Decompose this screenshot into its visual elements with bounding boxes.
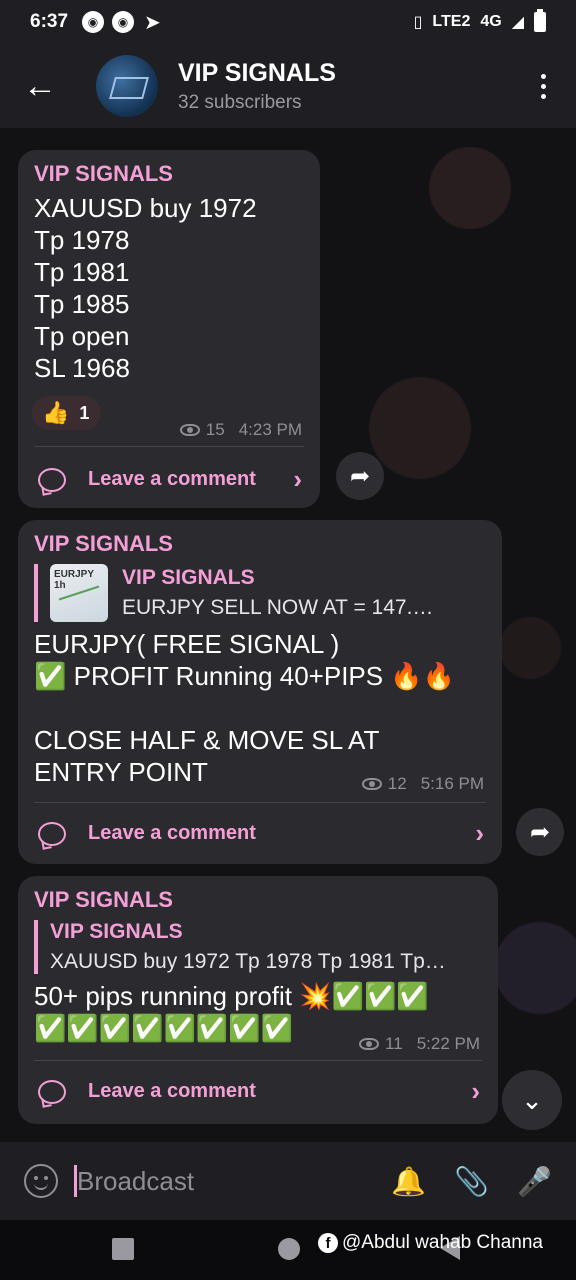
facebook-icon: f <box>318 1233 338 1253</box>
message-bubble[interactable]: VIP SIGNALS XAUUSD buy 1972 Tp 1978 Tp 1… <box>18 150 320 508</box>
more-menu-icon[interactable] <box>541 73 546 99</box>
status-bar: 6:37 ◉ ◉ ➤ ▯ LTE2 4G ◢ <box>0 0 576 44</box>
comment-label: Leave a comment <box>88 468 256 490</box>
system-nav-bar: f @Abdul wahab Channa <box>0 1220 576 1280</box>
broadcast-bar: Broadcast 🔔 📎 🎤 <box>0 1142 576 1220</box>
battery-icon <box>534 9 546 32</box>
watermark: f @Abdul wahab Channa <box>318 1232 543 1254</box>
reply-quote[interactable]: EURJPY 1h VIP SIGNALS EURJPY SELL NOW AT… <box>34 564 486 623</box>
divider <box>34 802 486 803</box>
view-count: 15 <box>205 420 225 439</box>
divider <box>34 1060 482 1061</box>
broadcast-input[interactable]: Broadcast <box>77 1166 363 1197</box>
comment-icon <box>38 1079 66 1104</box>
subscriber-count: 32 subscribers <box>178 91 302 113</box>
views-icon <box>361 778 382 790</box>
scroll-down-button[interactable]: ⌄ <box>502 1070 562 1130</box>
divider <box>34 446 304 447</box>
comment-label: Leave a comment <box>88 822 256 844</box>
quote-thumbnail: EURJPY 1h <box>50 564 108 623</box>
chevron-right-icon: › <box>475 818 484 848</box>
recents-button[interactable] <box>112 1238 134 1260</box>
views-icon <box>359 1038 380 1050</box>
bell-icon[interactable]: 🔔 <box>391 1165 426 1198</box>
emoji-icon[interactable] <box>24 1164 58 1198</box>
message-text: EURJPY( FREE SIGNAL ) ✅ PROFIT Running 4… <box>34 629 456 788</box>
message-time: 4:23 PM <box>238 420 302 439</box>
telegram-icon: ➤ <box>144 11 161 34</box>
share-icon[interactable]: ➦ <box>516 808 564 856</box>
chevron-right-icon: › <box>293 464 302 494</box>
message-meta: 11 5:22 PM <box>359 1034 480 1054</box>
message-sender: VIP SIGNALS <box>34 887 173 912</box>
status-right: ▯ LTE2 4G ◢ <box>413 9 546 32</box>
views-icon <box>179 424 200 436</box>
chevron-right-icon: › <box>471 1076 480 1106</box>
status-time: 6:37 <box>30 11 69 32</box>
comment-icon <box>38 821 66 846</box>
message-text: XAUUSD buy 1972 Tp 1978 Tp 1981 Tp 1985 … <box>34 193 257 384</box>
message-time: 5:16 PM <box>420 774 484 793</box>
channel-title: VIP SIGNALS <box>178 58 336 87</box>
message-meta: 12 5:16 PM <box>361 774 484 794</box>
vibrate-icon: ▯ <box>413 14 423 31</box>
quote-title: VIP SIGNALS <box>50 920 183 944</box>
message-bubble[interactable]: VIP SIGNALS EURJPY 1h VIP SIGNALS EURJPY… <box>18 520 502 864</box>
reply-quote[interactable]: VIP SIGNALS XAUUSD buy 1972 Tp 1978 Tp 1… <box>34 920 482 975</box>
chat-header: ← VIP SIGNALS 32 subscribers <box>0 44 576 128</box>
back-arrow-icon[interactable]: ← <box>0 69 80 103</box>
thumbs-up-icon: 👍 <box>42 400 70 425</box>
quote-text: XAUUSD buy 1972 Tp 1978 Tp 1981 Tp… <box>50 950 446 974</box>
volte-label: LTE2 <box>432 13 471 30</box>
quote-title: VIP SIGNALS <box>122 566 255 590</box>
reaction-count: 1 <box>79 402 90 423</box>
share-icon[interactable]: ➦ <box>336 452 384 500</box>
notification-icon: ◉ <box>82 11 105 33</box>
leave-comment-button[interactable]: Leave a comment › <box>38 464 302 495</box>
leave-comment-button[interactable]: Leave a comment › <box>38 1076 480 1107</box>
comment-icon <box>38 467 66 492</box>
view-count: 12 <box>387 774 407 793</box>
microphone-icon[interactable]: 🎤 <box>517 1165 552 1198</box>
signal-icon: ◢ <box>511 14 524 31</box>
leave-comment-button[interactable]: Leave a comment › <box>38 818 484 849</box>
chat-area[interactable]: VIP SIGNALS XAUUSD buy 1972 Tp 1978 Tp 1… <box>0 128 576 1142</box>
notification-icon: ◉ <box>112 11 135 33</box>
comment-label: Leave a comment <box>88 1080 256 1102</box>
message-bubble[interactable]: VIP SIGNALS VIP SIGNALS XAUUSD buy 1972 … <box>18 876 498 1124</box>
home-button[interactable] <box>278 1238 300 1260</box>
thumbnail-label: EURJPY 1h <box>54 569 94 592</box>
message-sender: VIP SIGNALS <box>34 161 173 186</box>
network-label: 4G <box>480 13 502 30</box>
message-meta: 15 4:23 PM <box>179 420 302 440</box>
message-time: 5:22 PM <box>416 1034 480 1053</box>
quote-text: EURJPY SELL NOW AT = 147.… <box>122 596 434 620</box>
channel-info[interactable]: VIP SIGNALS 32 subscribers <box>178 59 336 114</box>
watermark-text: @Abdul wahab Channa <box>342 1232 543 1253</box>
view-count: 11 <box>385 1034 403 1053</box>
reaction-chip[interactable]: 👍 1 <box>32 396 102 430</box>
attach-icon[interactable]: 📎 <box>454 1165 489 1198</box>
channel-avatar[interactable] <box>96 55 158 117</box>
message-sender: VIP SIGNALS <box>34 531 173 556</box>
